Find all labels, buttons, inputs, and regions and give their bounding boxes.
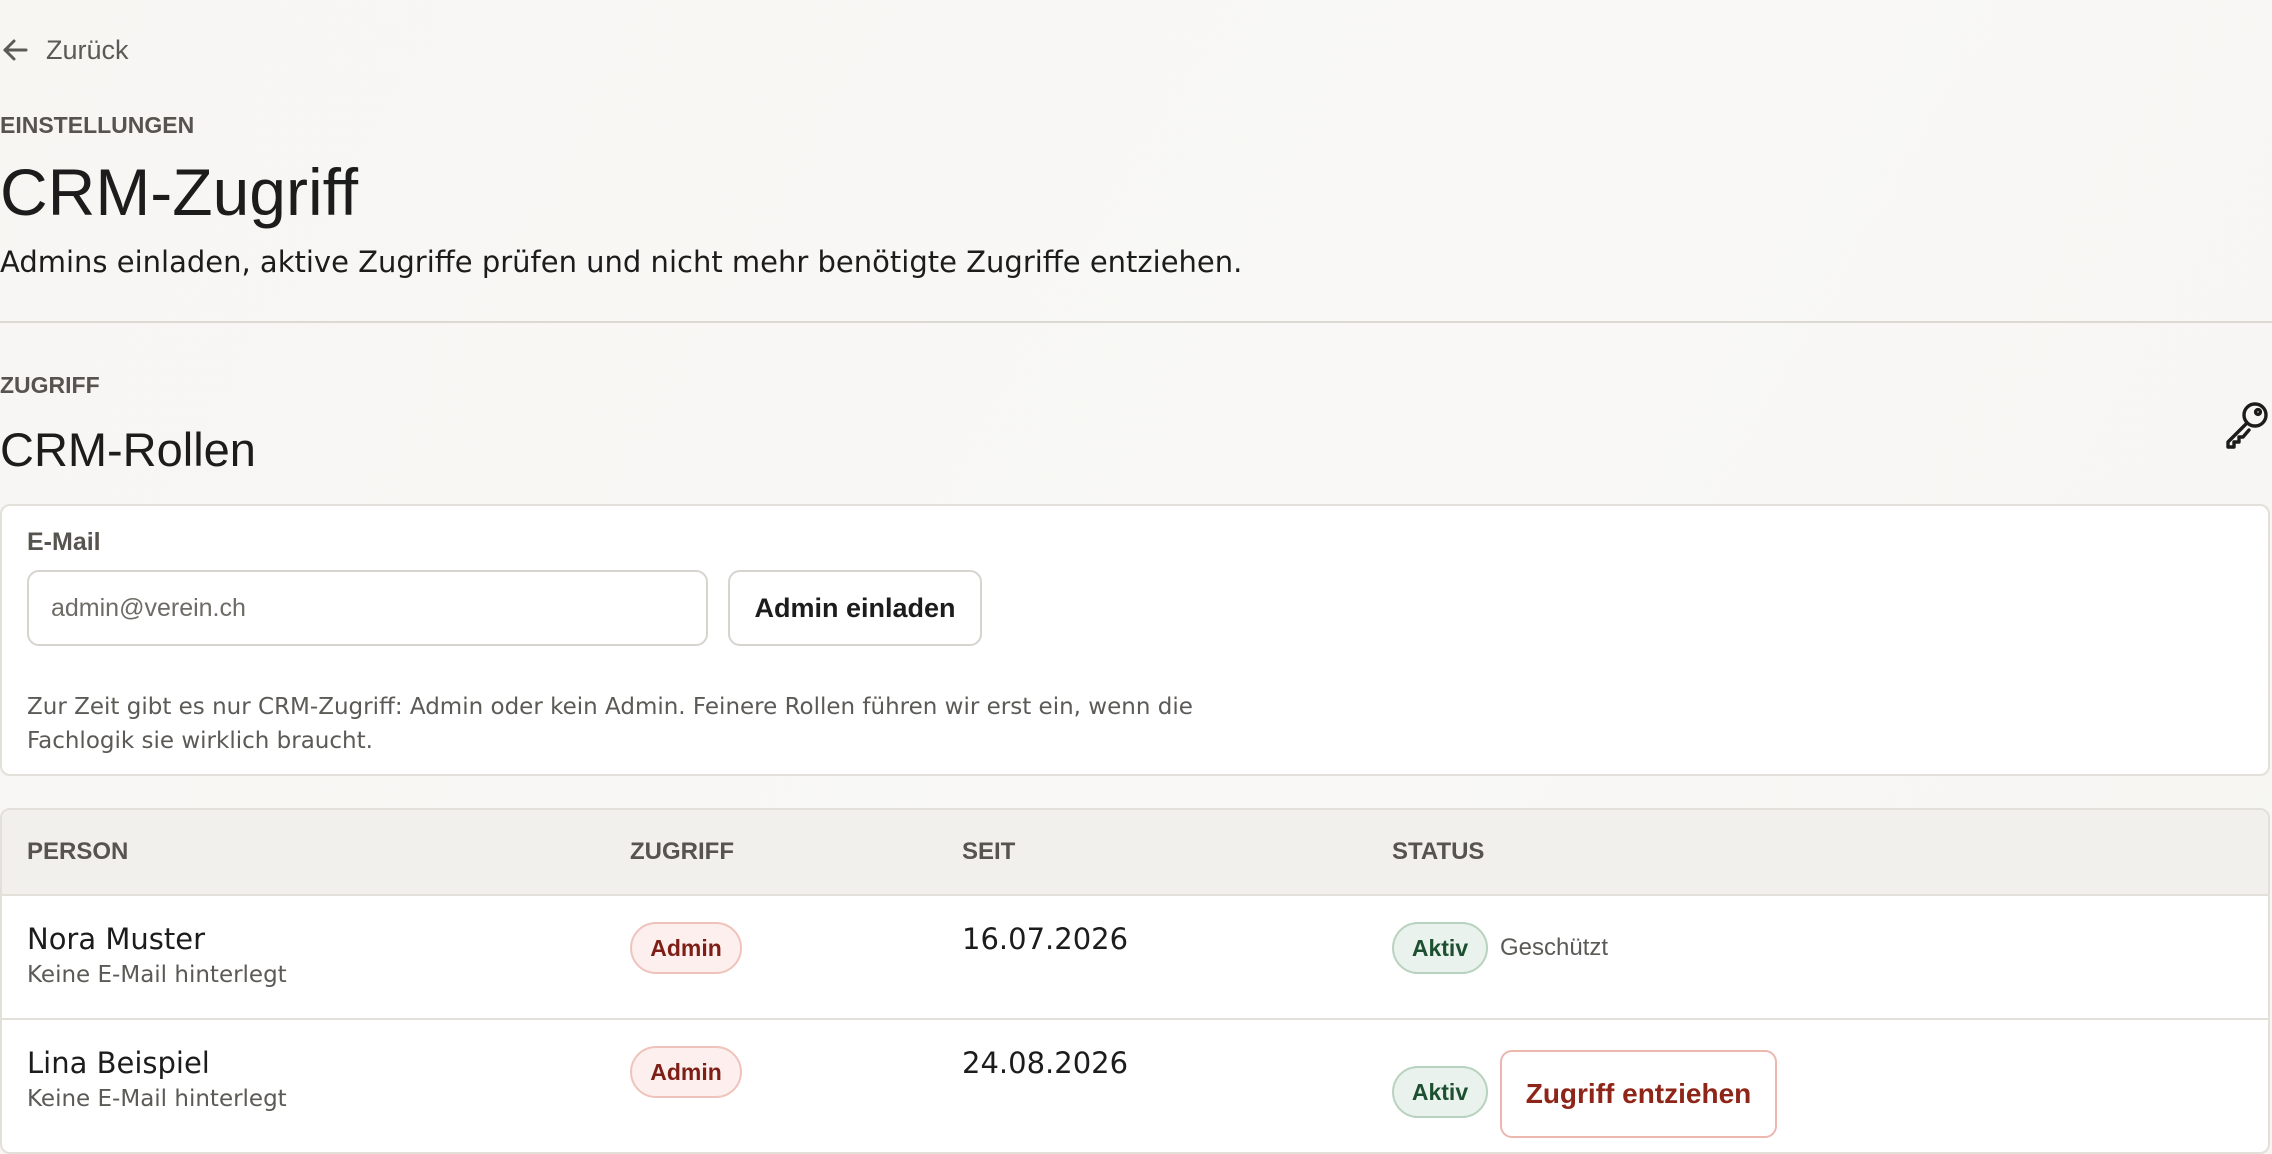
since-date: 24.08.2026	[962, 1046, 1129, 1080]
page-description: Admins einladen, aktive Zugriffe prüfen …	[0, 245, 1243, 279]
invite-admin-button[interactable]: Admin einladen	[728, 570, 982, 646]
section-title: CRM-Rollen	[0, 423, 256, 476]
column-header-seit: SEIT	[962, 838, 1016, 865]
table-header: PERSON ZUGRIFF SEIT STATUS	[2, 810, 2268, 896]
revoke-access-button[interactable]: Zugriff entziehen	[1500, 1050, 1777, 1138]
person-name: Lina Beispiel	[27, 1046, 210, 1080]
status-badge: Aktiv	[1392, 922, 1488, 974]
section-eyebrow: ZUGRIFF	[0, 372, 100, 398]
back-link-label: Zurück	[46, 34, 129, 65]
table-row: Lina Beispiel Keine E-Mail hinterlegt Ad…	[2, 1020, 2268, 1142]
since-date: 16.07.2026	[962, 922, 1129, 956]
key-icon	[2222, 398, 2272, 450]
column-header-person: PERSON	[27, 838, 129, 865]
column-header-status: STATUS	[1392, 838, 1485, 865]
access-table: PERSON ZUGRIFF SEIT STATUS Nora Muster K…	[0, 808, 2270, 1154]
person-name: Nora Muster	[27, 922, 205, 956]
header-divider	[0, 321, 2272, 323]
email-input[interactable]	[27, 570, 708, 646]
status-badge: Aktiv	[1392, 1066, 1488, 1118]
email-field-label: E-Mail	[27, 528, 101, 556]
page-title: CRM-Zugriff	[0, 155, 359, 229]
column-header-zugriff: ZUGRIFF	[630, 838, 734, 865]
invite-note: Zur Zeit gibt es nur CRM-Zugriff: Admin …	[27, 694, 1193, 754]
arrow-left-icon	[0, 34, 32, 66]
protected-label: Geschützt	[1500, 934, 1609, 961]
person-email: Keine E-Mail hinterlegt	[27, 962, 287, 988]
back-link[interactable]: Zurück	[0, 30, 129, 70]
person-email: Keine E-Mail hinterlegt	[27, 1086, 287, 1112]
access-badge: Admin	[630, 922, 742, 974]
invite-card: E-Mail Admin einladen Zur Zeit gibt es n…	[0, 504, 2270, 776]
table-row: Nora Muster Keine E-Mail hinterlegt Admi…	[2, 896, 2268, 1020]
page-eyebrow: EINSTELLUNGEN	[0, 112, 195, 138]
access-badge: Admin	[630, 1046, 742, 1098]
